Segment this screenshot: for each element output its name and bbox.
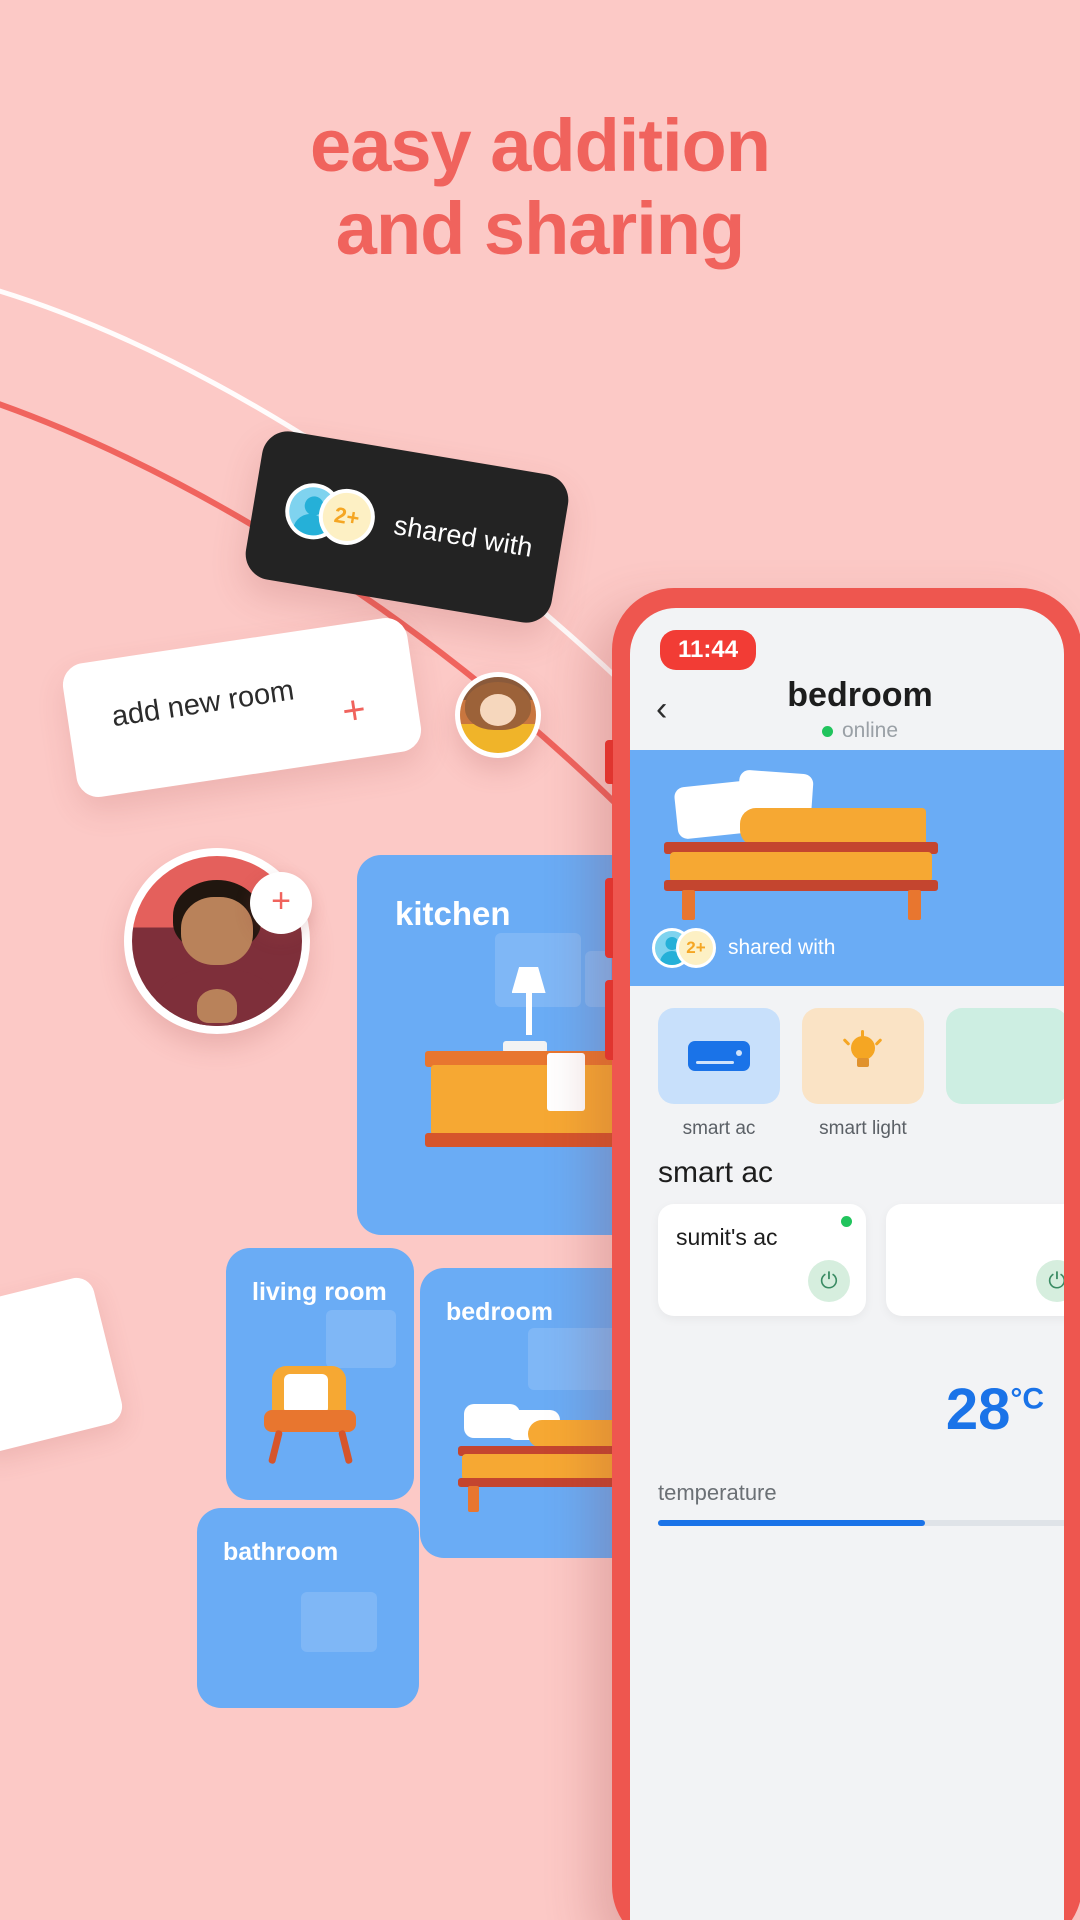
avatar-woman[interactable] <box>455 672 541 758</box>
blanket-decor <box>740 808 926 846</box>
device-name: sumit's ac <box>676 1224 778 1250</box>
chair-seat-decor <box>264 1410 356 1432</box>
phone-mockup: 11:44 ‹ bedroom online 2+ shared with sm… <box>605 588 1080 1920</box>
online-dot-icon <box>821 725 833 737</box>
window-decor <box>326 1310 396 1368</box>
room-tile-label: kitchen <box>395 895 511 932</box>
room-tile-label: bedroom <box>446 1298 553 1326</box>
room-tile-living-room[interactable]: living room <box>226 1248 414 1500</box>
bed-leg-decor <box>682 890 695 920</box>
light-bulb-icon <box>842 1030 883 1080</box>
section-title: smart ac <box>658 1156 774 1189</box>
chip-icon-box <box>802 1008 924 1104</box>
bed-leg-decor <box>908 890 921 920</box>
counter-base-decor <box>425 1133 625 1147</box>
chip-label: smart light <box>819 1118 907 1139</box>
shared-with-label: shared with <box>391 509 536 563</box>
room-tile-label: bathroom <box>223 1538 339 1566</box>
bed-leg-decor <box>468 1486 479 1512</box>
chair-leg-decor <box>337 1429 354 1465</box>
status-bar-time: 11:44 <box>660 630 757 670</box>
device-card[interactable]: ⏻ <box>886 1204 1064 1316</box>
phone-screen: 11:44 ‹ bedroom online 2+ shared with sm… <box>630 608 1064 1920</box>
power-icon[interactable]: ⏻ <box>808 1260 850 1302</box>
temperature-slider-fill <box>658 1520 925 1526</box>
room-tile-label: living room <box>252 1278 387 1306</box>
plus-icon[interactable]: + <box>339 687 369 734</box>
headline-line-1: easy addition <box>310 104 771 187</box>
shared-with-label: shared with <box>728 936 836 959</box>
chip-icon-box <box>658 1008 780 1104</box>
chip-smart-ac[interactable]: smart ac <box>658 1008 780 1140</box>
lamp-pole-decor <box>525 983 532 1035</box>
chair-leg-decor <box>267 1429 284 1465</box>
room-tile-bathroom[interactable]: bathroom <box>197 1508 419 1708</box>
add-new-room-label: add new room <box>109 674 297 734</box>
page-title: easy addition and sharing <box>0 104 1080 271</box>
air-conditioner-icon <box>688 1041 750 1071</box>
chip-third-device[interactable] <box>946 1008 1064 1140</box>
extra-users-badge: 2+ <box>676 928 716 968</box>
temperature-value: 28°C <box>946 1376 1044 1443</box>
avatar-man[interactable]: + <box>124 848 312 1034</box>
phone-button-silent[interactable] <box>605 740 613 784</box>
chip-icon-box <box>946 1008 1064 1104</box>
header-center: bedroom online <box>682 676 1038 743</box>
room-hero-card: 2+ shared with <box>630 750 1064 986</box>
hero-shared-with[interactable]: 2+ shared with <box>652 928 835 968</box>
mattress-decor <box>670 852 932 882</box>
device-list: sumit's ac ⏻ ⏻ <box>658 1204 1064 1316</box>
window-decor <box>528 1328 622 1390</box>
chip-smart-light[interactable]: smart light <box>802 1008 924 1140</box>
app-header: ‹ bedroom online <box>630 676 1064 743</box>
add-person-button[interactable]: + <box>250 872 312 934</box>
avatar-woman-photo <box>460 677 536 753</box>
online-label: online <box>841 719 899 742</box>
temperature-label: temperature <box>658 1480 777 1505</box>
device-card[interactable]: sumit's ac ⏻ <box>658 1204 866 1316</box>
temperature-slider[interactable] <box>658 1520 1064 1526</box>
temperature-number: 28 <box>945 1377 1011 1442</box>
counter-body-decor <box>431 1065 619 1135</box>
avatar-stack: 2+ <box>652 928 716 968</box>
room-status: online <box>682 719 1038 743</box>
appliance-decor <box>547 1053 585 1111</box>
window-decor <box>301 1592 377 1652</box>
promo-screen: easy addition and sharing 2+ shared with… <box>0 0 1080 1920</box>
chip-label: smart ac <box>682 1118 756 1139</box>
room-title: bedroom <box>787 676 933 714</box>
headline-line-2: and sharing <box>335 186 745 270</box>
online-dot-icon <box>841 1216 852 1227</box>
temperature-unit: °C <box>1010 1382 1044 1416</box>
device-type-chips: smart ac smart light <box>630 1008 1064 1140</box>
phone-button-volume-down[interactable] <box>605 980 613 1060</box>
bed-frame-decor <box>664 880 938 891</box>
power-icon[interactable]: ⏻ <box>1036 1260 1064 1302</box>
cushion-decor <box>284 1374 328 1414</box>
phone-button-volume-up[interactable] <box>605 878 613 958</box>
avatar-stack: 2+ <box>281 479 380 550</box>
